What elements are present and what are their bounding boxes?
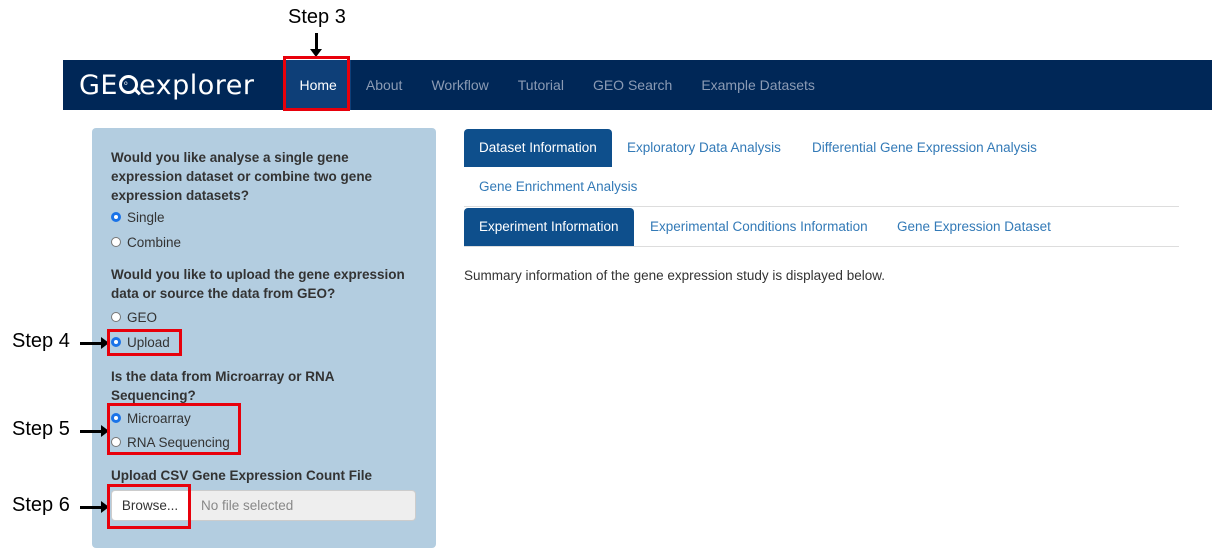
- main-nav: Home About Workflow Tutorial GEO Search …: [285, 60, 829, 110]
- radio-label: GEO: [127, 309, 158, 325]
- radio-combine[interactable]: Combine: [111, 233, 181, 251]
- navbar: GE o explorer Home About Workflow Tutorial…: [63, 60, 1212, 110]
- radio-single[interactable]: Single: [111, 208, 165, 226]
- step-5-arrow-icon: [80, 425, 109, 437]
- tab-differential-gene-expression[interactable]: Differential Gene Expression Analysis: [797, 129, 1052, 167]
- radio-selected-icon: [111, 212, 121, 222]
- step-3-arrow-icon: [310, 33, 322, 57]
- nav-example-datasets[interactable]: Example Datasets: [687, 60, 830, 110]
- subtab-experiment-information[interactable]: Experiment Information: [464, 208, 634, 246]
- radio-microarray[interactable]: Microarray: [111, 409, 191, 427]
- file-upload-input: Browse... No file selected: [111, 490, 416, 521]
- radio-rna-sequencing[interactable]: RNA Sequencing: [111, 433, 230, 451]
- radio-selected-icon: [111, 337, 121, 347]
- app-logo[interactable]: GE o explorer: [79, 68, 254, 102]
- upload-label: Upload CSV Gene Expression Count File: [111, 468, 373, 483]
- radio-unselected-icon: [111, 237, 121, 247]
- file-name-field[interactable]: No file selected: [189, 490, 416, 521]
- radio-selected-icon: [111, 413, 121, 423]
- question-dataset-mode: Would you like analyse a single gene exp…: [111, 150, 373, 203]
- nav-tutorial[interactable]: Tutorial: [503, 60, 578, 110]
- radio-geo[interactable]: GEO: [111, 308, 157, 326]
- subtab-gene-expression-dataset[interactable]: Gene Expression Dataset: [882, 208, 1066, 246]
- radio-label: Microarray: [127, 410, 191, 426]
- radio-label: Combine: [127, 234, 182, 250]
- radio-unselected-icon: [111, 312, 121, 322]
- radio-label: Single: [127, 209, 165, 225]
- step-4-arrow-icon: [80, 337, 109, 349]
- nav-home[interactable]: Home: [285, 60, 352, 110]
- step-4-label: Step 4: [12, 330, 70, 352]
- nav-about[interactable]: About: [351, 60, 417, 110]
- nav-workflow[interactable]: Workflow: [417, 60, 503, 110]
- logo-text-suffix: explorer: [138, 69, 255, 101]
- step-6-label: Step 6: [12, 494, 70, 516]
- step-5-label: Step 5: [12, 418, 70, 440]
- logo-text-prefix: GE: [79, 69, 118, 101]
- tab-gene-enrichment-analysis[interactable]: Gene Enrichment Analysis: [464, 168, 652, 206]
- browse-button[interactable]: Browse...: [111, 490, 189, 521]
- nav-geo-search[interactable]: GEO Search: [578, 60, 686, 110]
- radio-unselected-icon: [111, 437, 121, 447]
- radio-label: Upload: [127, 334, 170, 350]
- step-6-arrow-icon: [80, 501, 109, 513]
- question-data-source: Would you like to upload the gene expres…: [111, 267, 405, 301]
- sidebar-panel: Would you like analyse a single gene exp…: [92, 128, 436, 548]
- radio-label: RNA Sequencing: [127, 434, 230, 450]
- magnifier-logo-icon: o: [118, 74, 138, 94]
- summary-text: Summary information of the gene expressi…: [464, 268, 885, 283]
- question-data-type: Is the data from Microarray or RNA Seque…: [111, 369, 335, 403]
- radio-upload[interactable]: Upload: [111, 333, 170, 351]
- tab-exploratory-data-analysis[interactable]: Exploratory Data Analysis: [612, 129, 796, 167]
- step-3-label: Step 3: [288, 6, 346, 28]
- subtab-experimental-conditions[interactable]: Experimental Conditions Information: [635, 208, 883, 246]
- tab-dataset-information[interactable]: Dataset Information: [464, 129, 612, 167]
